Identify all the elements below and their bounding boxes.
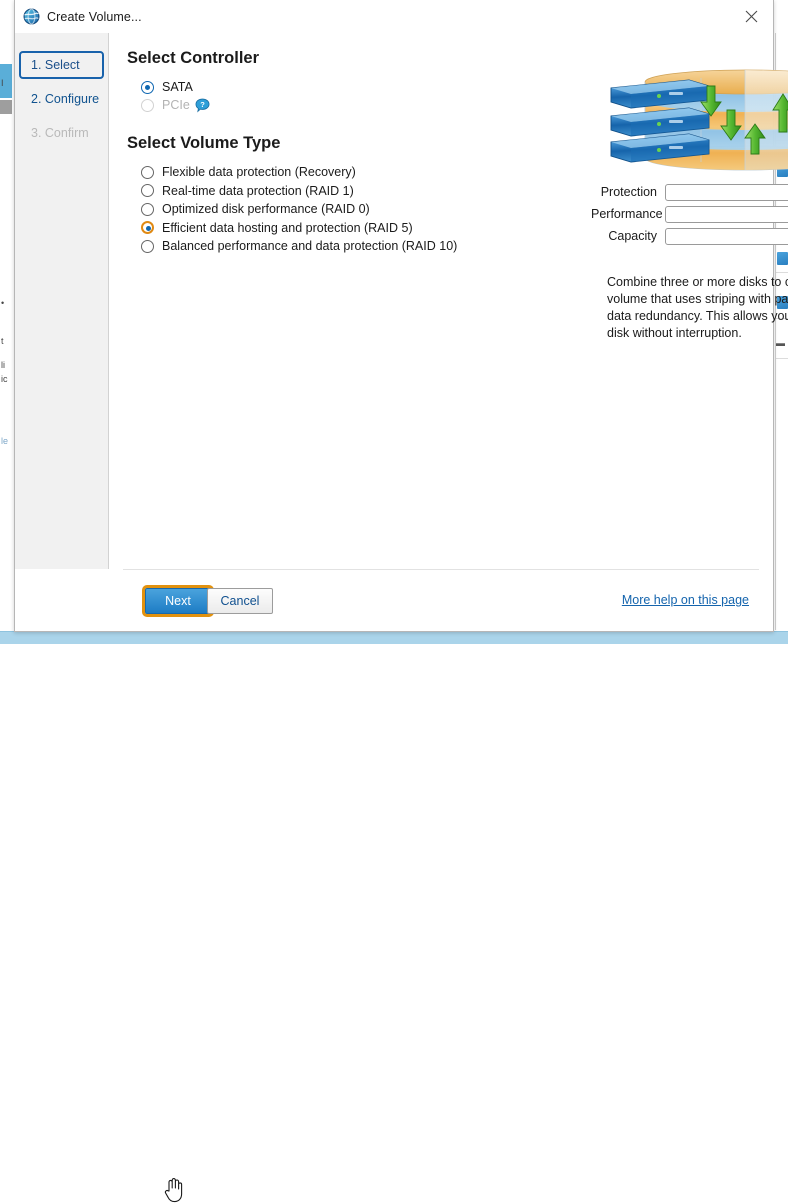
volume-type-description: Combine three or more disks to create a … [607, 274, 788, 342]
volume-type-label-raid10: Balanced performance and data protection… [162, 239, 457, 253]
dialog-body: 1. Select 2. Configure 3. Confirm Select… [15, 33, 773, 569]
meter-row-protection: Protection [591, 183, 788, 201]
sidebar-step-configure[interactable]: 2. Configure [19, 85, 104, 113]
radio-recovery[interactable] [141, 166, 154, 179]
more-help-link[interactable]: More help on this page [622, 593, 749, 607]
close-icon[interactable] [729, 0, 773, 33]
volume-type-label-raid5: Efficient data hosting and protection (R… [162, 221, 413, 235]
background-left-text-6: le [1, 436, 8, 446]
close-x-glyph [745, 10, 758, 23]
meter-row-performance: Performance [591, 205, 788, 223]
window-title: Create Volume... [47, 10, 142, 24]
meter-label-performance: Performance [591, 207, 665, 221]
attribute-meters: Protection Performance Capacity [591, 183, 788, 249]
background-right-tile-4 [777, 252, 788, 265]
volume-type-label-raid0: Optimized disk performance (RAID 0) [162, 202, 370, 216]
controller-option-pcie-label: PCIe [162, 98, 190, 112]
background-left-text-1: I [1, 78, 4, 88]
meter-row-capacity: Capacity [591, 227, 788, 245]
background-left-text-3: t [1, 336, 4, 346]
radio-raid1[interactable] [141, 184, 154, 197]
meter-track-capacity [665, 228, 788, 245]
meter-label-capacity: Capacity [591, 229, 665, 243]
radio-raid0[interactable] [141, 203, 154, 216]
create-volume-dialog: Create Volume... 1. Select 2. Configure … [14, 0, 774, 632]
sidebar-step-confirm: 3. Confirm [19, 119, 104, 147]
meter-label-protection: Protection [591, 185, 665, 199]
meter-track-protection [665, 184, 788, 201]
help-question-icon[interactable]: ? [195, 98, 210, 113]
controller-option-sata-label: SATA [162, 80, 193, 94]
background-left-gray-tile [0, 100, 12, 114]
cancel-button[interactable]: Cancel [207, 588, 273, 614]
hand-cursor-icon [163, 1177, 183, 1203]
dialog-footer: Next Cancel More help on this page [15, 569, 773, 631]
volume-type-label-raid1: Real-time data protection (RAID 1) [162, 184, 354, 198]
sidebar-step-select[interactable]: 1. Select [19, 51, 104, 79]
raid5-disk-array-illustration [601, 66, 788, 174]
svg-text:?: ? [200, 100, 205, 109]
radio-pcie [141, 99, 154, 112]
wizard-sidebar: 1. Select 2. Configure 3. Confirm [15, 33, 109, 569]
volume-type-label-recovery: Flexible data protection (Recovery) [162, 165, 356, 179]
meter-track-performance [665, 206, 788, 223]
radio-raid5[interactable] [141, 221, 154, 234]
wizard-content: Select Controller SATA PCIe ? Select Vol… [109, 33, 773, 569]
radio-raid10[interactable] [141, 240, 154, 253]
footer-separator [123, 569, 759, 570]
volume-globe-icon [23, 8, 40, 25]
background-left-text-5: ic [1, 374, 8, 384]
next-button[interactable]: Next [145, 588, 211, 614]
taskbar-strip [0, 632, 788, 644]
title-bar: Create Volume... [15, 0, 773, 33]
radio-sata[interactable] [141, 81, 154, 94]
background-right-rule-7 [776, 358, 788, 359]
background-left-text-2: • [1, 298, 4, 308]
background-left-text-4: li [1, 360, 5, 370]
